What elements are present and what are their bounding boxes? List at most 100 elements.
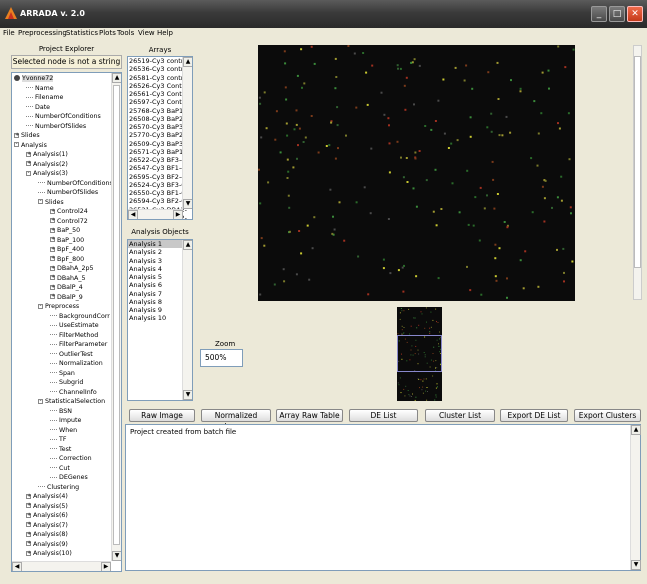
expand-icon[interactable]: +: [50, 208, 55, 214]
scroll-left-icon[interactable]: ◀: [12, 562, 22, 571]
menu-plots[interactable]: Plots: [99, 29, 116, 37]
expand-icon[interactable]: +: [50, 256, 55, 261]
tree-node[interactable]: DEGenes: [50, 474, 88, 483]
arrays-horizontal-scrollbar[interactable]: ◀ ▶: [128, 209, 183, 219]
expand-icon[interactable]: +: [50, 294, 55, 299]
collapse-icon[interactable]: -: [38, 303, 43, 309]
maximize-button[interactable]: □: [609, 6, 625, 22]
tree-node[interactable]: - Analysis: [14, 142, 47, 151]
menu-file[interactable]: File: [3, 29, 15, 37]
expand-icon[interactable]: +: [26, 503, 31, 508]
thumbnail-bottom[interactable]: [397, 372, 442, 401]
tree-node[interactable]: + Analysis(2): [26, 161, 68, 170]
tree-node[interactable]: + Analysis(6): [26, 512, 68, 521]
tree-node[interactable]: When: [50, 427, 77, 436]
tree-node[interactable]: + DBalP_4: [50, 284, 83, 293]
arrays-vertical-scrollbar[interactable]: ▲ ▼: [182, 57, 192, 209]
tree-node[interactable]: + Analysis(4): [26, 493, 68, 502]
raw-image-button[interactable]: Raw Image: [129, 409, 195, 422]
analysis-vertical-scrollbar[interactable]: ▲ ▼: [182, 240, 192, 400]
expand-icon[interactable]: +: [26, 151, 31, 157]
scroll-up-icon[interactable]: ▲: [631, 425, 641, 435]
menu-help[interactable]: Help: [157, 29, 173, 37]
minimize-button[interactable]: _: [591, 6, 607, 22]
expand-icon[interactable]: +: [50, 237, 55, 242]
normalized-image-button[interactable]: Normalized Image: [201, 409, 271, 431]
tree-node[interactable]: - Slides: [38, 199, 64, 208]
image-scroll-thumb[interactable]: [634, 56, 641, 268]
expand-icon[interactable]: +: [26, 493, 31, 499]
tree-node[interactable]: - StatisticalSelection: [38, 398, 105, 407]
tree-node[interactable]: + BpF_400: [50, 246, 84, 255]
tree-node[interactable]: + DBalP_9: [50, 294, 83, 303]
zoom-input[interactable]: 500%: [200, 349, 243, 367]
array-raw-table-button[interactable]: Array Raw Table: [276, 409, 343, 422]
tree-node[interactable]: BSN: [50, 408, 72, 417]
tree-scroll-thumb[interactable]: [113, 85, 120, 545]
expand-icon[interactable]: +: [50, 218, 55, 223]
tree-node[interactable]: + BaP_100: [50, 237, 84, 246]
tree-node[interactable]: BackgroundCorr: [50, 313, 110, 322]
close-button[interactable]: ✕: [627, 6, 643, 22]
tree-node[interactable]: NumberOfSlides: [38, 189, 98, 198]
scroll-down-icon[interactable]: ▼: [112, 551, 121, 561]
tree-vertical-scrollbar[interactable]: ▲ ▼: [111, 73, 121, 561]
tree-node[interactable]: NumberOfConditions: [26, 113, 101, 122]
expand-icon[interactable]: +: [50, 227, 55, 233]
tree-node[interactable]: + Analysis(8): [26, 531, 68, 540]
expand-icon[interactable]: +: [50, 275, 55, 280]
tree-node[interactable]: + DBahA_5: [50, 275, 85, 284]
tree-node[interactable]: NumberOfConditions: [38, 180, 113, 189]
expand-icon[interactable]: +: [26, 541, 31, 546]
tree-node[interactable]: - Preprocess: [38, 303, 79, 312]
analysis-objects-list[interactable]: Analysis 1 Analysis 2 Analysis 3 Analysis 4…: [127, 239, 193, 401]
scroll-down-icon[interactable]: ▼: [631, 560, 641, 570]
tree-node[interactable]: Correction: [50, 455, 92, 464]
tree-node[interactable]: Test: [50, 446, 71, 455]
tree-node[interactable]: TF: [50, 436, 66, 445]
tree-node[interactable]: Impute: [50, 417, 81, 426]
tree-node[interactable]: Cut: [50, 465, 70, 474]
expand-icon[interactable]: +: [26, 531, 31, 537]
tree-node[interactable]: Clustering: [38, 484, 79, 493]
tree-node[interactable]: Span: [50, 370, 75, 379]
arrays-list[interactable]: 26519-Cy3 contro 26536-Cy3 contro 26581-Cy…: [127, 56, 193, 220]
menu-statistics[interactable]: Statistics: [66, 29, 98, 37]
tree-node[interactable]: FilterParameter: [50, 341, 107, 350]
expand-icon[interactable]: +: [14, 132, 19, 138]
tree-node[interactable]: + Analysis(5): [26, 503, 68, 512]
tree-node[interactable]: NumberOfSlides: [26, 123, 86, 132]
scroll-up-icon[interactable]: ▲: [112, 73, 121, 83]
tree-node[interactable]: + Control72: [50, 218, 88, 227]
thumbnail-selected[interactable]: [397, 335, 442, 372]
tree-node[interactable]: + Analysis(7): [26, 522, 68, 531]
scroll-down-icon[interactable]: ▼: [183, 199, 192, 209]
microarray-image[interactable]: [258, 45, 575, 301]
collapse-icon[interactable]: -: [26, 170, 31, 176]
expand-icon[interactable]: +: [50, 265, 55, 271]
export-de-list-button[interactable]: Export DE List: [500, 409, 568, 422]
scroll-up-icon[interactable]: ▲: [183, 57, 192, 67]
tree-node[interactable]: UseEstimate: [50, 322, 99, 331]
expand-icon[interactable]: +: [50, 246, 55, 252]
image-vertical-scrollbar[interactable]: [633, 45, 642, 300]
menu-view[interactable]: View: [138, 29, 155, 37]
tree-node[interactable]: + Analysis(9): [26, 541, 68, 550]
cluster-list-button[interactable]: Cluster List: [425, 409, 495, 422]
menu-preprocessing[interactable]: Preprocessing: [18, 29, 67, 37]
de-list-button[interactable]: DE List: [349, 409, 418, 422]
expand-icon[interactable]: +: [50, 284, 55, 290]
export-clusters-button[interactable]: Export Clusters: [574, 409, 641, 422]
scroll-down-icon[interactable]: ▼: [183, 390, 192, 400]
tree-node[interactable]: + Analysis(10): [26, 550, 72, 559]
scroll-right-icon[interactable]: ▶: [173, 210, 183, 219]
scroll-right-icon[interactable]: ▶: [101, 562, 111, 571]
tree-node[interactable]: + BpF_800: [50, 256, 84, 265]
project-tree[interactable]: Yvonne72 Name Filename Date NumberOfConditio…: [11, 72, 122, 572]
tree-node[interactable]: + BaP_50: [50, 227, 80, 236]
tree-node[interactable]: + Analysis(1): [26, 151, 68, 160]
tree-node[interactable]: - Analysis(3): [26, 170, 68, 179]
expand-icon[interactable]: +: [26, 161, 31, 166]
tree-node[interactable]: Name: [26, 85, 54, 94]
log-vertical-scrollbar[interactable]: ▲ ▼: [630, 425, 641, 570]
